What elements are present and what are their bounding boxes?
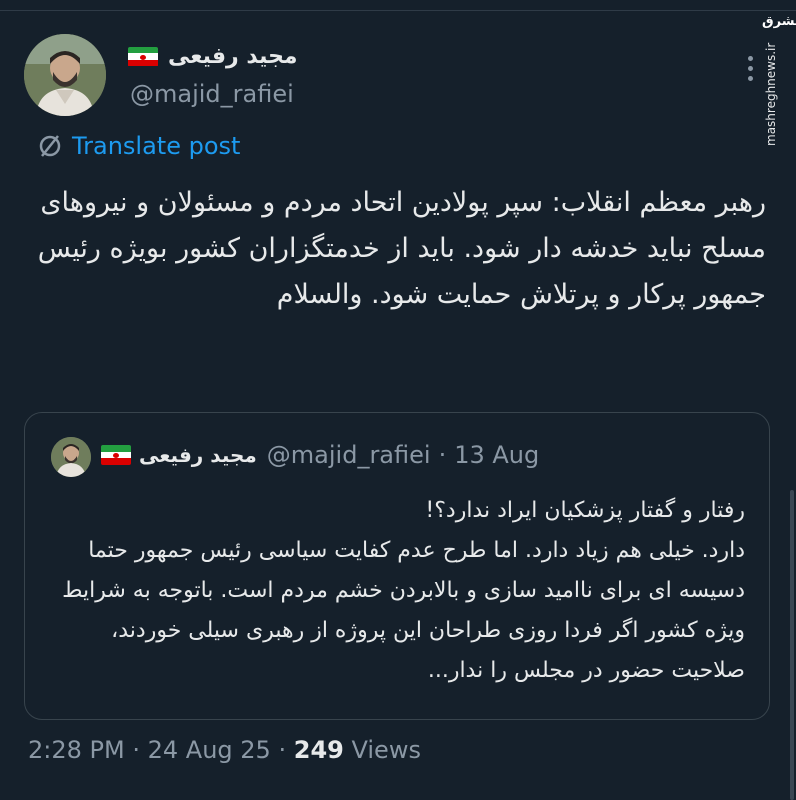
quoted-header: مجید رفیعی @majid_rafiei · 13 Aug xyxy=(101,441,539,469)
iran-flag-icon xyxy=(101,445,131,465)
quoted-text: رفتار و گفتار پزشکیان ایراد ندارد؟! دارد… xyxy=(62,498,745,683)
tweet-text: رهبر معظم انقلاب: سپر پولادین اتحاد مردم… xyxy=(37,187,766,310)
quoted-separator: · xyxy=(438,441,447,469)
translate-post-link[interactable]: Translate post xyxy=(36,132,240,160)
author-name-row[interactable]: مجید رفیعی xyxy=(128,44,298,69)
author-handle[interactable]: @majid_rafiei xyxy=(130,80,294,108)
quoted-date: 13 Aug xyxy=(454,441,540,469)
translate-label[interactable]: Translate post xyxy=(72,132,240,160)
tweet-meta: 2:28 PM · 24 Aug 25 · 249 Views xyxy=(28,736,421,764)
quoted-avatar[interactable] xyxy=(51,437,91,477)
avatar[interactable] xyxy=(24,34,106,116)
meta-separator: · xyxy=(278,736,287,764)
more-icon[interactable] xyxy=(748,56,756,86)
tweet-time[interactable]: 2:28 PM xyxy=(28,736,125,764)
author-name[interactable]: مجید رفیعی xyxy=(168,44,298,69)
iran-flag-icon xyxy=(128,46,158,67)
watermark-site: mashreghnews.ir xyxy=(764,42,778,146)
tweet-date[interactable]: 24 Aug 25 xyxy=(148,736,271,764)
views-label: Views xyxy=(351,736,421,764)
quoted-author-handle: @majid_rafiei xyxy=(266,441,431,469)
translate-icon xyxy=(36,132,64,160)
scrollbar[interactable] xyxy=(790,490,794,800)
quoted-tweet[interactable]: مجید رفیعی @majid_rafiei · 13 Aug رفتار … xyxy=(24,412,770,720)
watermark-logo: مشرق xyxy=(762,14,796,29)
quoted-author-name: مجید رفیعی xyxy=(139,443,257,467)
meta-separator: · xyxy=(132,736,140,764)
views-count[interactable]: 249 xyxy=(294,736,344,764)
top-divider xyxy=(0,10,796,11)
